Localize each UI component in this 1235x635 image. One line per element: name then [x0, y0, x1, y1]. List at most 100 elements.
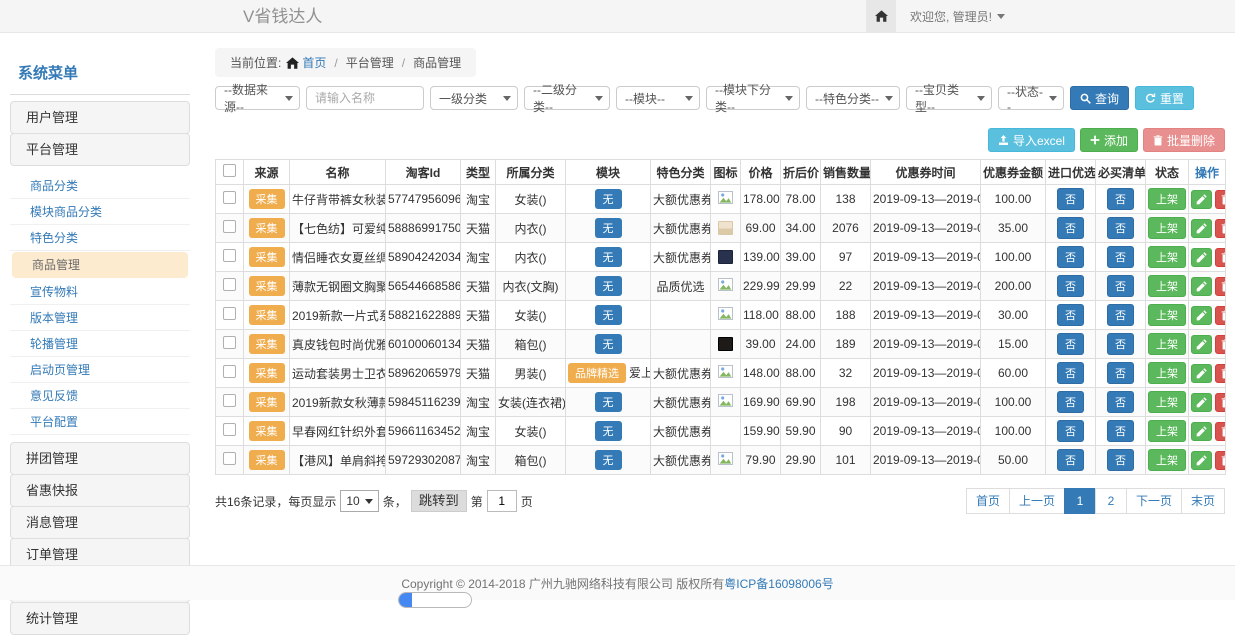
import-choice-toggle[interactable]: 否	[1057, 246, 1084, 268]
user-menu[interactable]: 欢迎您, 管理员!	[910, 8, 1005, 25]
status-toggle[interactable]: 上架	[1148, 420, 1186, 442]
must-buy-toggle[interactable]: 否	[1107, 217, 1134, 239]
status-toggle[interactable]: 上架	[1148, 449, 1186, 471]
edit-button[interactable]	[1191, 277, 1212, 296]
must-buy-toggle[interactable]: 否	[1107, 362, 1134, 384]
home-button[interactable]	[866, 0, 896, 32]
page-button-下一页[interactable]: 下一页	[1126, 488, 1182, 514]
import-choice-toggle[interactable]: 否	[1057, 304, 1084, 326]
sidebar-item-promo-material[interactable]: 宣传物料	[10, 279, 190, 305]
row-checkbox[interactable]	[223, 452, 236, 465]
sidebar-item-feedback[interactable]: 意见反馈	[10, 383, 190, 409]
page-button-末页[interactable]: 末页	[1181, 488, 1225, 514]
delete-button[interactable]	[1215, 451, 1226, 470]
must-buy-toggle[interactable]: 否	[1107, 275, 1134, 297]
icp-link[interactable]: 粤ICP备16098006号	[724, 575, 833, 592]
filter-module-sub-category-select[interactable]: --模块下分类--	[706, 86, 800, 110]
must-buy-toggle[interactable]: 否	[1107, 391, 1134, 413]
row-checkbox[interactable]	[223, 249, 236, 262]
filter-feature-category-select[interactable]: --特色分类--	[806, 86, 900, 110]
sidebar-item-module-goods-category[interactable]: 模块商品分类	[10, 199, 190, 225]
edit-button[interactable]	[1191, 190, 1212, 209]
filter-status-select[interactable]: --状态--	[998, 86, 1064, 110]
must-buy-toggle[interactable]: 否	[1107, 304, 1134, 326]
jump-button[interactable]: 跳转到	[411, 490, 467, 512]
status-toggle[interactable]: 上架	[1148, 188, 1186, 210]
sidebar-item-version-management[interactable]: 版本管理	[10, 305, 190, 331]
sidebar-item-feature-category[interactable]: 特色分类	[10, 225, 190, 251]
delete-button[interactable]	[1215, 422, 1226, 441]
import-choice-toggle[interactable]: 否	[1057, 217, 1084, 239]
select-all-checkbox[interactable]	[223, 164, 236, 177]
page-size-select[interactable]: 10	[340, 490, 378, 512]
import-excel-button[interactable]: 导入excel	[988, 128, 1075, 152]
delete-button[interactable]	[1215, 364, 1226, 383]
import-choice-toggle[interactable]: 否	[1057, 449, 1084, 471]
sidebar-item-goods-management[interactable]: 商品管理	[12, 252, 188, 278]
sidebar-item-goods-category[interactable]: 商品分类	[10, 173, 190, 199]
status-toggle[interactable]: 上架	[1148, 304, 1186, 326]
must-buy-toggle[interactable]: 否	[1107, 420, 1134, 442]
edit-button[interactable]	[1191, 219, 1212, 238]
delete-button[interactable]	[1215, 335, 1226, 354]
status-toggle[interactable]: 上架	[1148, 217, 1186, 239]
row-checkbox[interactable]	[223, 365, 236, 378]
filter-category-level2-select[interactable]: --二级分类--	[524, 86, 610, 110]
status-toggle[interactable]: 上架	[1148, 362, 1186, 384]
sidebar-item-stats-management[interactable]: 统计管理	[10, 602, 190, 635]
row-checkbox[interactable]	[223, 307, 236, 320]
page-button-2[interactable]: 2	[1095, 488, 1127, 514]
filter-name-keyword-input[interactable]	[306, 86, 424, 110]
delete-button[interactable]	[1215, 248, 1226, 267]
breadcrumb-home-link[interactable]: 首页	[286, 54, 326, 71]
edit-button[interactable]	[1191, 422, 1212, 441]
jump-page-input[interactable]	[487, 490, 517, 512]
must-buy-toggle[interactable]: 否	[1107, 246, 1134, 268]
row-checkbox[interactable]	[223, 191, 236, 204]
import-choice-toggle[interactable]: 否	[1057, 188, 1084, 210]
status-toggle[interactable]: 上架	[1148, 333, 1186, 355]
edit-button[interactable]	[1191, 364, 1212, 383]
sidebar-item-carousel-management[interactable]: 轮播管理	[10, 331, 190, 357]
status-toggle[interactable]: 上架	[1148, 391, 1186, 413]
edit-button[interactable]	[1191, 335, 1212, 354]
reset-button[interactable]: 重置	[1135, 86, 1194, 110]
must-buy-toggle[interactable]: 否	[1107, 333, 1134, 355]
status-toggle[interactable]: 上架	[1148, 246, 1186, 268]
edit-button[interactable]	[1191, 393, 1212, 412]
filter-item-type-select[interactable]: --宝贝类型--	[906, 86, 992, 110]
import-choice-toggle[interactable]: 否	[1057, 391, 1084, 413]
filter-module-select[interactable]: --模块--	[616, 86, 700, 110]
page-button-1[interactable]: 1	[1064, 488, 1096, 514]
page-button-首页[interactable]: 首页	[966, 488, 1010, 514]
import-choice-toggle[interactable]: 否	[1057, 333, 1084, 355]
edit-button[interactable]	[1191, 248, 1212, 267]
delete-button[interactable]	[1215, 306, 1226, 325]
add-button[interactable]: 添加	[1080, 128, 1138, 152]
row-checkbox[interactable]	[223, 278, 236, 291]
sidebar-item-saving-express[interactable]: 省惠快报	[10, 474, 190, 507]
filter-category-level1-select[interactable]: 一级分类	[430, 86, 518, 110]
sidebar-item-splash-page-management[interactable]: 启动页管理	[10, 357, 190, 383]
sidebar-item-platform-config[interactable]: 平台配置	[10, 409, 190, 435]
row-checkbox[interactable]	[223, 220, 236, 233]
row-checkbox[interactable]	[223, 394, 236, 407]
delete-button[interactable]	[1215, 190, 1226, 209]
sidebar-item-message-management[interactable]: 消息管理	[10, 506, 190, 539]
import-choice-toggle[interactable]: 否	[1057, 275, 1084, 297]
status-toggle[interactable]: 上架	[1148, 275, 1186, 297]
edit-button[interactable]	[1191, 451, 1212, 470]
sidebar-item-group-buy-management[interactable]: 拼团管理	[10, 442, 190, 475]
delete-button[interactable]	[1215, 277, 1226, 296]
row-checkbox[interactable]	[223, 423, 236, 436]
import-choice-toggle[interactable]: 否	[1057, 362, 1084, 384]
edit-button[interactable]	[1191, 306, 1212, 325]
must-buy-toggle[interactable]: 否	[1107, 188, 1134, 210]
delete-button[interactable]	[1215, 219, 1226, 238]
batch-delete-button[interactable]: 批量删除	[1143, 128, 1225, 152]
filter-data-source-select[interactable]: --数据来源--	[215, 86, 300, 110]
delete-button[interactable]	[1215, 393, 1226, 412]
page-button-上一页[interactable]: 上一页	[1009, 488, 1065, 514]
sidebar-item-platform-management[interactable]: 平台管理	[10, 133, 190, 166]
sidebar-item-user-management[interactable]: 用户管理	[10, 101, 190, 134]
